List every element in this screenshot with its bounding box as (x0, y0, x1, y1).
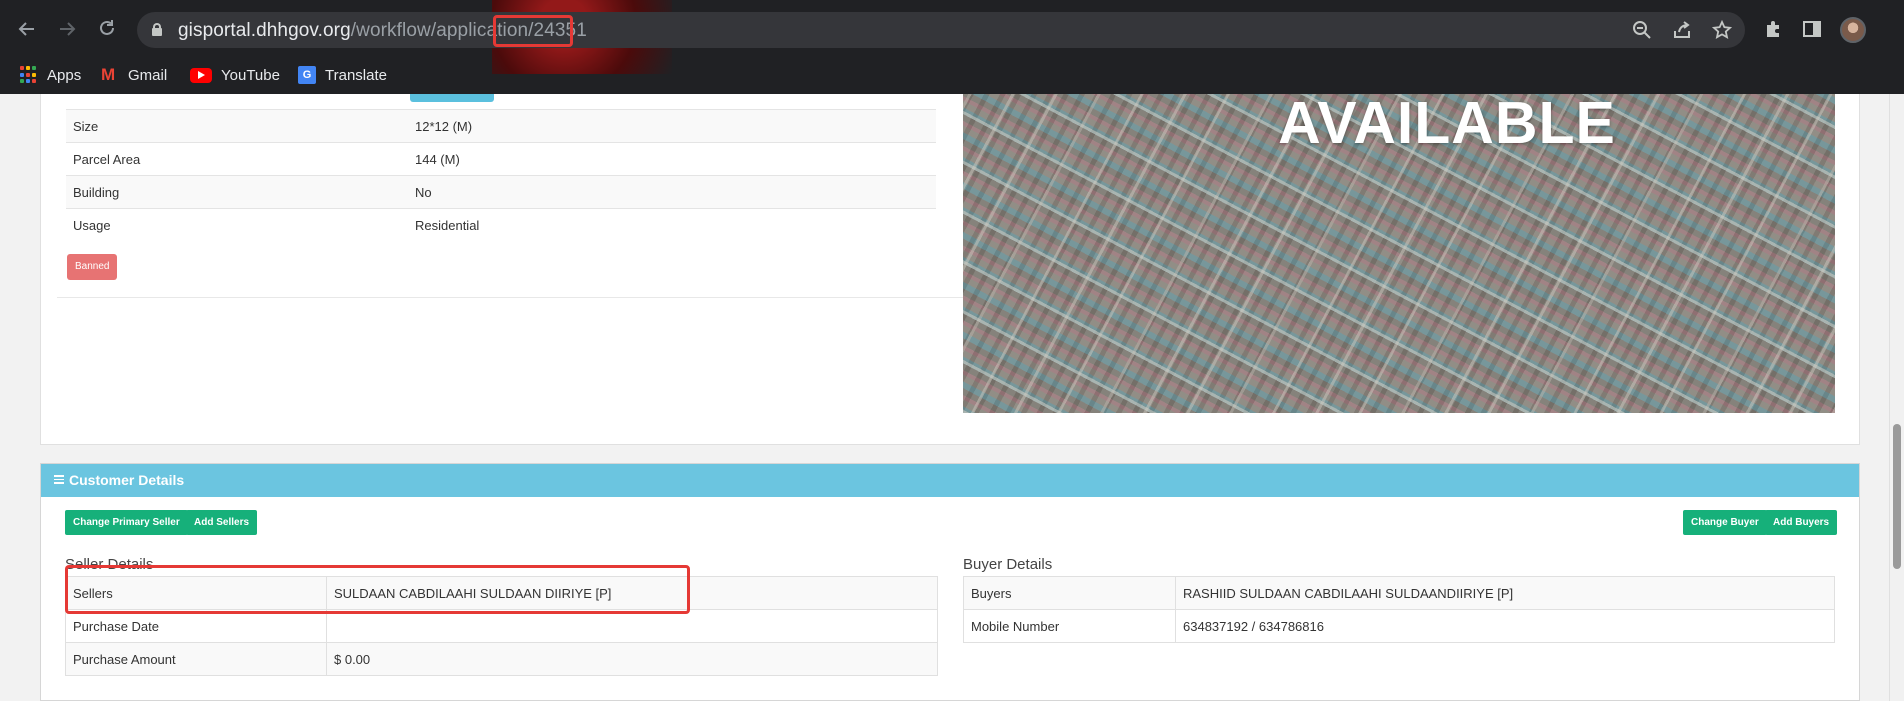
back-button[interactable] (14, 16, 40, 42)
reload-button[interactable] (94, 16, 120, 42)
table-row: Mobile Number 634837192 / 634786816 (963, 609, 1835, 643)
reload-icon (100, 20, 114, 35)
star-icon[interactable] (1711, 19, 1733, 41)
image-overlay-text: AVAILABLE (1278, 94, 1616, 156)
url-host: gisportal.dhhgov.org (178, 20, 351, 41)
status-badge-banned: Banned (67, 254, 118, 280)
list-icon (54, 475, 64, 484)
table-row: Size 12*12 (M) (66, 109, 936, 143)
buyer-label: Buyers (963, 576, 1176, 610)
table-row: Usage Residential (66, 208, 936, 242)
bookmark-translate[interactable]: G Translate (298, 62, 387, 88)
panel-title: Customer Details (69, 472, 185, 488)
seller-value: $ 0.00 (326, 642, 938, 676)
zoom-out-icon[interactable] (1631, 19, 1653, 41)
table-row: Building No (66, 175, 936, 209)
parcel-value: 12*12 (M) (408, 109, 936, 143)
seller-label: Purchase Date (65, 609, 327, 643)
parcel-aerial-image: AVAILABLE (963, 94, 1835, 413)
profile-avatar[interactable] (1840, 17, 1866, 43)
puzzle-icon[interactable] (1762, 18, 1784, 40)
translate-icon: G (298, 66, 316, 84)
lock-icon (152, 23, 162, 36)
browser-chrome: gisportal.dhhgov.org/workflow/applicatio… (0, 0, 1904, 94)
bookmark-youtube[interactable]: YouTube (190, 62, 280, 88)
parcel-label: Usage (66, 208, 408, 242)
buyer-details-heading: Buyer Details (963, 556, 1053, 573)
parcel-value: No (408, 175, 936, 209)
parcel-label: Parcel Area (66, 142, 408, 176)
table-row: Purchase Amount $ 0.00 (65, 642, 938, 676)
table-row: Purchase Date (65, 609, 938, 643)
bookmark-gmail[interactable]: M Gmail (101, 62, 167, 88)
forward-button[interactable] (54, 16, 80, 42)
arrow-left-icon (18, 22, 34, 36)
bookmark-label: Gmail (128, 66, 168, 84)
share-icon[interactable] (1671, 19, 1693, 41)
address-bar[interactable]: gisportal.dhhgov.org/workflow/applicatio… (137, 12, 1745, 48)
scrollbar-thumb[interactable] (1893, 424, 1901, 569)
buyer-details-table: Buyers RASHIID SULDAAN CABDILAAHI SULDAA… (963, 576, 1835, 643)
page-content: Size 12*12 (M) Parcel Area 144 (M) Build… (0, 94, 1904, 701)
arrow-right-icon (60, 22, 76, 36)
parcel-info-table: Size 12*12 (M) Parcel Area 144 (M) Build… (66, 109, 936, 242)
bookmark-label: Translate (325, 66, 387, 84)
parcel-value: Residential (408, 208, 936, 242)
youtube-icon (190, 67, 212, 83)
add-sellers-button[interactable]: Add Sellers (186, 510, 258, 535)
gmail-icon: M (101, 65, 116, 84)
parcel-label: Size (66, 109, 408, 143)
seller-value (326, 609, 938, 643)
apps-grid-icon (20, 66, 38, 84)
divider (57, 297, 989, 298)
bookmark-apps[interactable]: Apps (20, 62, 81, 88)
seller-label: Purchase Amount (65, 642, 327, 676)
bookmark-label: Apps (47, 66, 82, 84)
sellers-highlight-box (65, 565, 690, 614)
buyer-label: Mobile Number (963, 609, 1176, 643)
bookmarks-bar: Apps M Gmail YouTube G Translate (0, 56, 1904, 94)
buyer-value: 634837192 / 634786816 (1175, 609, 1835, 643)
buyer-value: RASHIID SULDAAN CABDILAAHI SULDAANDIIRIY… (1175, 576, 1835, 610)
parcel-label: Building (66, 175, 408, 209)
parcel-value: 144 (M) (408, 142, 936, 176)
parcel-action-button[interactable] (410, 94, 494, 102)
customer-details-header: Customer Details (41, 464, 1859, 497)
parcel-panel: Size 12*12 (M) Parcel Area 144 (M) Build… (40, 94, 1860, 445)
change-primary-seller-button[interactable]: Change Primary Seller (65, 510, 188, 535)
page-scrollbar[interactable] (1889, 94, 1904, 701)
add-buyers-button[interactable]: Add Buyers (1765, 510, 1838, 535)
url-id-highlight-box (493, 15, 573, 47)
change-buyer-button[interactable]: Change Buyer (1683, 510, 1767, 535)
table-row: Buyers RASHIID SULDAAN CABDILAAHI SULDAA… (963, 576, 1835, 610)
side-panel-icon[interactable] (1801, 18, 1823, 40)
bookmark-label: YouTube (221, 66, 280, 84)
table-row: Parcel Area 144 (M) (66, 142, 936, 176)
customer-details-panel: Customer Details Change Primary Seller A… (40, 463, 1860, 701)
